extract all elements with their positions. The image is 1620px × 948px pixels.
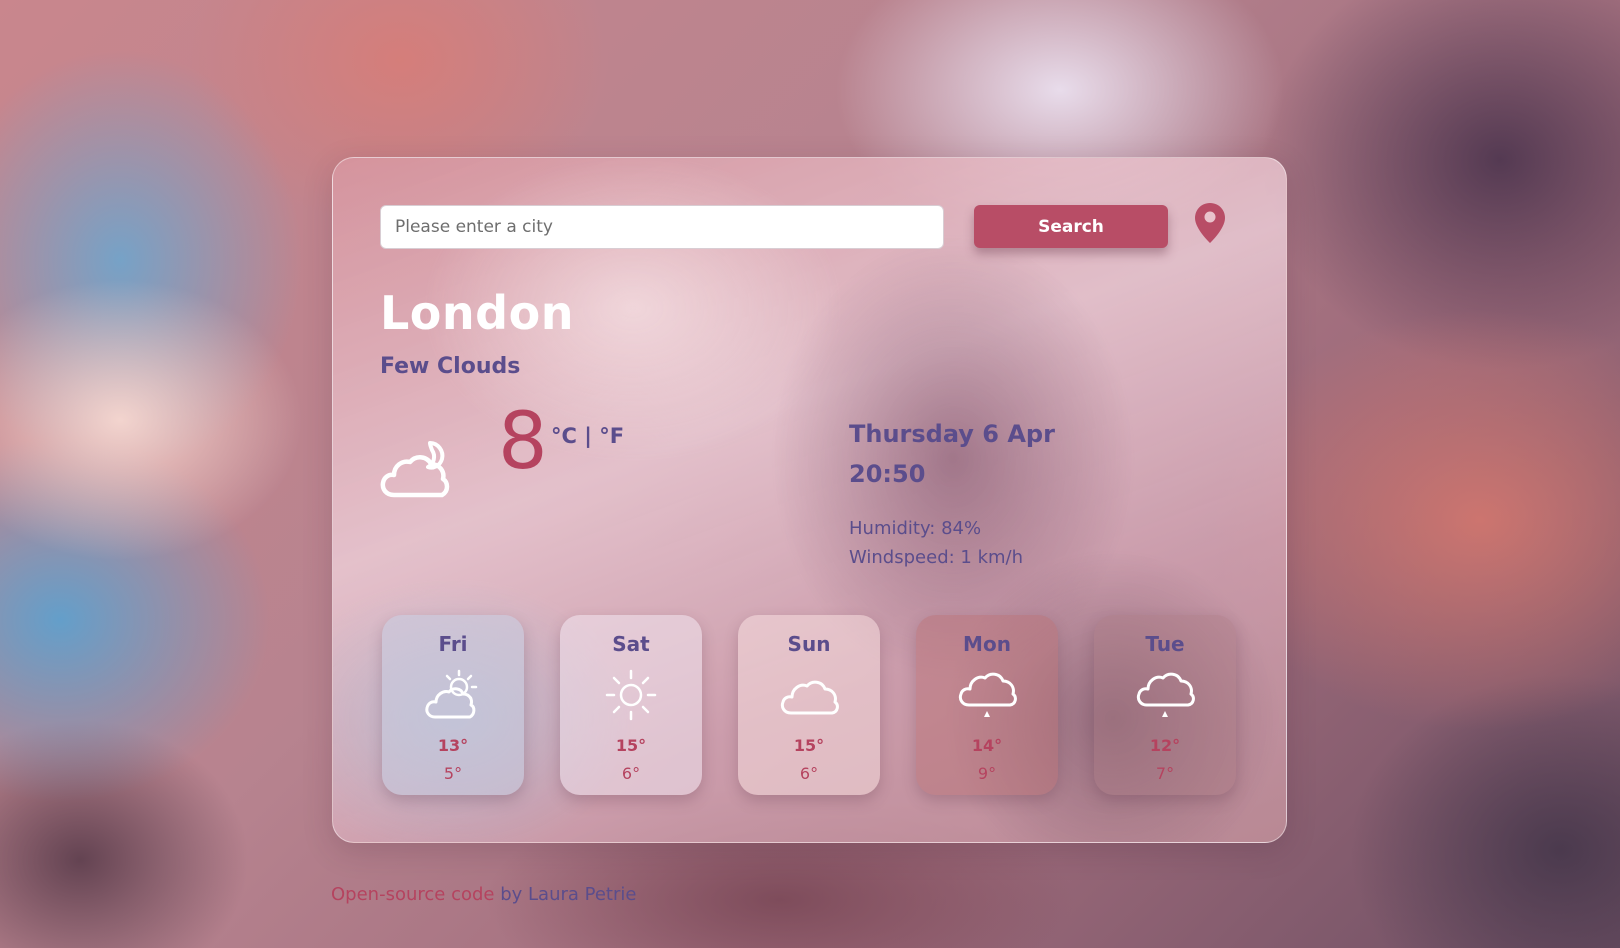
forecast-day-name: Sun <box>787 632 831 656</box>
city-name: London <box>380 286 574 340</box>
footer-by-text: by <box>494 884 529 905</box>
forecast-day: Mon 14° 9° <box>916 615 1058 795</box>
source-code-link[interactable]: Open-source code <box>331 884 494 905</box>
forecast-day-name: Tue <box>1145 632 1185 656</box>
celsius-link[interactable]: °C <box>551 424 577 448</box>
unit-toggle: °C | °F <box>551 424 624 448</box>
forecast-day-name: Sat <box>612 632 650 656</box>
weather-card: Search London Few Clouds 8 °C | °F Thurs… <box>332 157 1287 843</box>
forecast-day-name: Mon <box>963 632 1011 656</box>
sun-icon <box>605 669 657 721</box>
current-time: 20:50 <box>849 460 926 488</box>
forecast-day: Sat 15° 6° <box>560 615 702 795</box>
forecast-day-name: Fri <box>438 632 468 656</box>
forecast-day: Sun 15° 6° <box>738 615 880 795</box>
forecast-high: 15° <box>615 736 647 755</box>
forecast-high: 13° <box>437 736 469 755</box>
forecast-day: Tue 12° 7° <box>1094 615 1236 795</box>
forecast-low: 6° <box>621 764 641 783</box>
forecast-day: Fri 13° 5° <box>382 615 524 795</box>
unit-separator: | <box>576 424 600 448</box>
forecast-high: 14° <box>971 736 1003 755</box>
forecast-low: 7° <box>1155 764 1175 783</box>
partly-cloudy-day-icon <box>425 669 478 719</box>
fahrenheit-link[interactable]: °F <box>599 424 624 448</box>
footer-credit: Open-source code by Laura Petrie <box>331 884 636 905</box>
windspeed-text: Windspeed: 1 km/h <box>849 547 1024 568</box>
current-date: Thursday 6 Apr <box>849 420 1055 448</box>
humidity-text: Humidity: 84% <box>849 518 982 539</box>
current-location-button[interactable] <box>1193 201 1227 245</box>
forecast-low: 9° <box>977 764 997 783</box>
few-clouds-night-icon <box>380 441 450 498</box>
forecast-low: 6° <box>799 764 819 783</box>
author-link[interactable]: Laura Petrie <box>528 884 636 905</box>
weather-description: Few Clouds <box>380 354 521 379</box>
map-pin-icon <box>1195 203 1225 243</box>
light-rain-icon <box>1136 672 1195 717</box>
light-rain-icon <box>958 672 1017 717</box>
current-temperature: 8 <box>498 397 548 487</box>
forecast-high: 12° <box>1149 736 1181 755</box>
search-button[interactable]: Search <box>974 205 1168 248</box>
city-search-input[interactable] <box>380 205 944 249</box>
cloud-icon <box>780 680 839 715</box>
forecast-low: 5° <box>443 764 463 783</box>
forecast-high: 15° <box>793 736 825 755</box>
